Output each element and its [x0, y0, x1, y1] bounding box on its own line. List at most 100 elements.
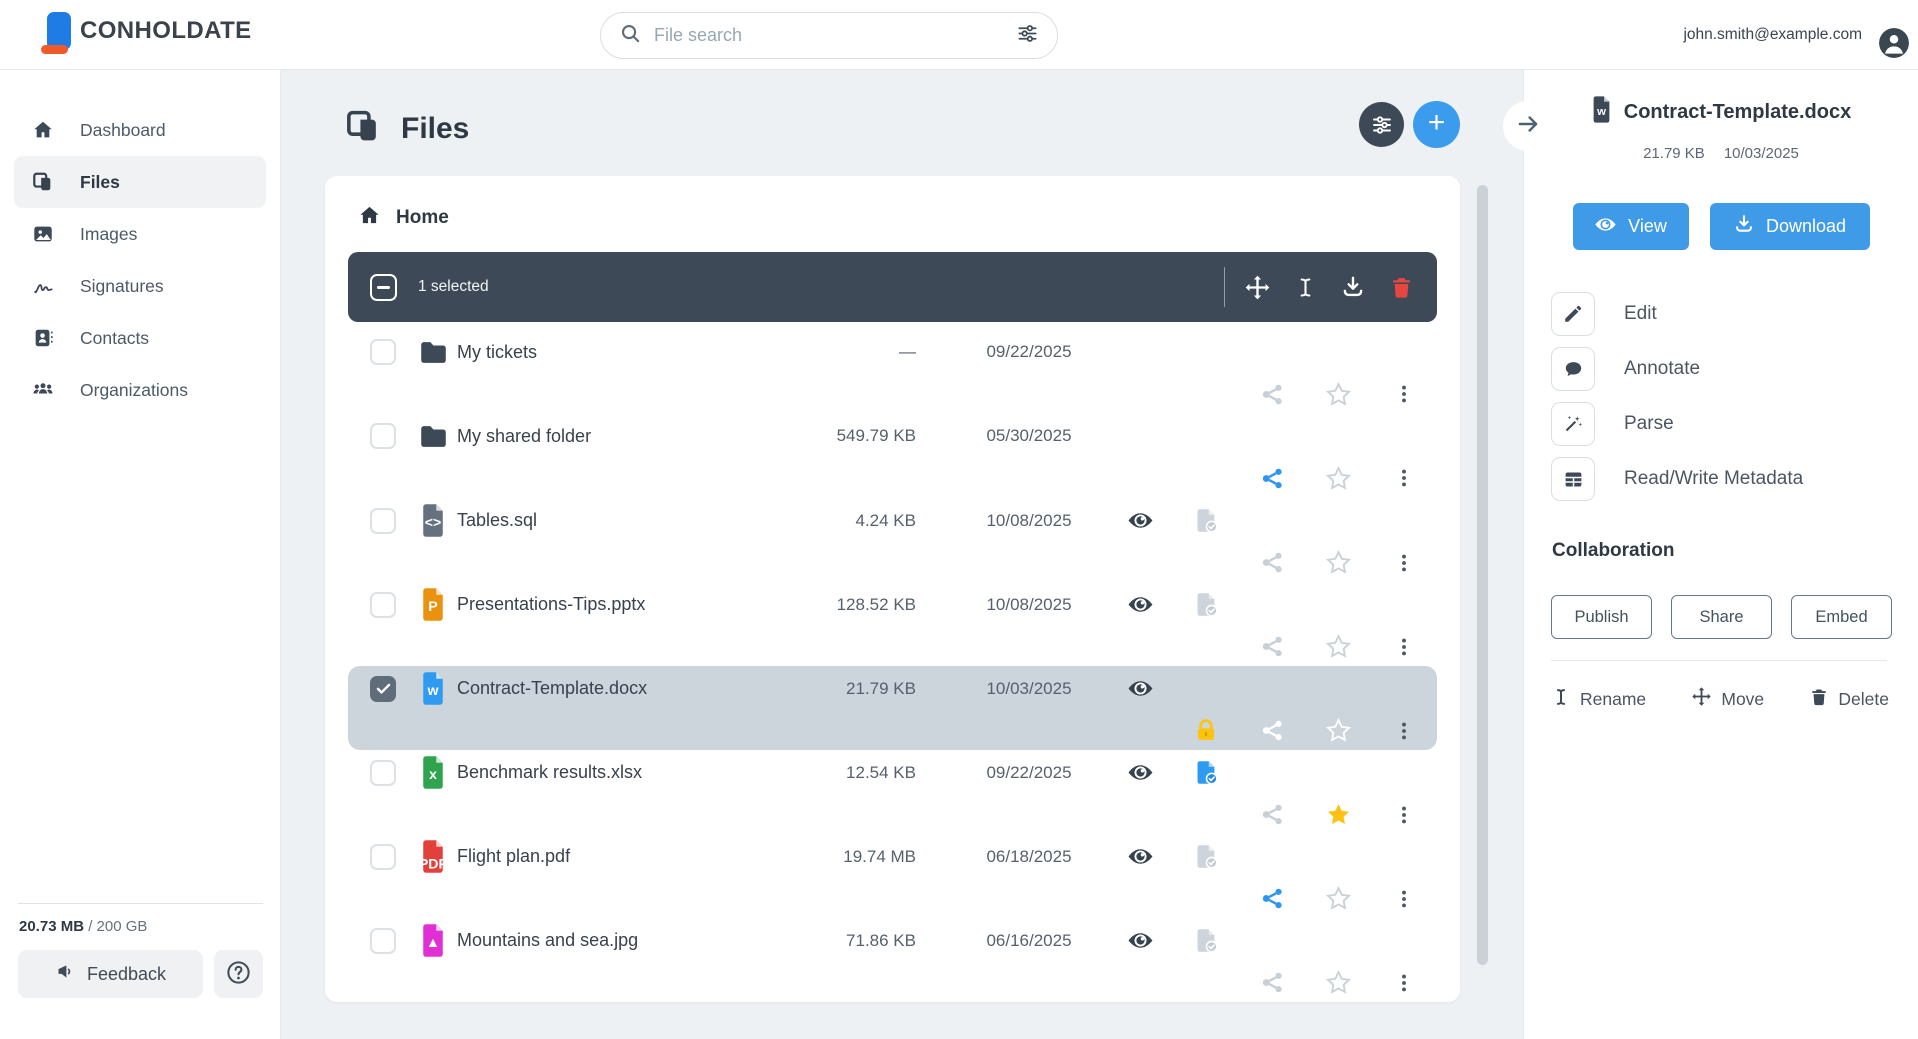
sidebar-item-images[interactable]: Images: [14, 208, 266, 260]
file-name[interactable]: Mountains and sea.jpg: [457, 930, 796, 951]
breadcrumb[interactable]: Home: [358, 204, 449, 232]
copy-status-icon[interactable]: [1173, 843, 1239, 870]
metadata-action[interactable]: Read/Write Metadata: [1551, 457, 1803, 501]
download-selected-button[interactable]: [1338, 272, 1368, 302]
star-icon[interactable]: [1305, 969, 1371, 996]
star-icon[interactable]: [1305, 465, 1371, 492]
lock-icon[interactable]: [1173, 718, 1239, 744]
file-row[interactable]: My shared folder 549.79 KB 05/30/2025: [348, 414, 1437, 498]
view-button[interactable]: View: [1573, 203, 1689, 250]
file-row[interactable]: P Presentations-Tips.pptx 128.52 KB 10/0…: [348, 582, 1437, 666]
row-menu-kebab[interactable]: [1371, 972, 1437, 994]
add-file-button[interactable]: +: [1413, 101, 1460, 148]
star-icon[interactable]: [1305, 801, 1371, 828]
row-checkbox[interactable]: [370, 676, 396, 702]
row-menu-kebab[interactable]: [1371, 720, 1437, 742]
share-icon[interactable]: [1239, 550, 1305, 575]
file-row[interactable]: w Contract-Template.docx 21.79 KB 10/03/…: [348, 666, 1437, 750]
share-icon[interactable]: [1239, 802, 1305, 827]
publish-button[interactable]: Publish: [1551, 595, 1652, 639]
share-button[interactable]: Share: [1671, 595, 1772, 639]
row-menu-kebab[interactable]: [1371, 636, 1437, 658]
selected-file-size: 21.79 KB: [1643, 145, 1705, 162]
file-name[interactable]: My shared folder: [457, 426, 796, 447]
copy-status-icon[interactable]: [1173, 927, 1239, 954]
share-icon[interactable]: [1239, 970, 1305, 995]
annotate-action[interactable]: Annotate: [1551, 347, 1803, 391]
copy-status-icon[interactable]: [1173, 507, 1239, 534]
star-icon[interactable]: [1305, 633, 1371, 660]
row-menu-kebab[interactable]: [1371, 552, 1437, 574]
sidebar-item-organizations[interactable]: Organizations: [14, 364, 266, 416]
share-icon[interactable]: [1239, 382, 1305, 407]
rename-selected-button[interactable]: [1290, 272, 1320, 302]
row-checkbox[interactable]: [370, 592, 396, 618]
file-search-input[interactable]: File search: [600, 12, 1058, 59]
star-icon[interactable]: [1305, 381, 1371, 408]
row-checkbox[interactable]: [370, 760, 396, 786]
share-icon[interactable]: [1239, 886, 1305, 911]
copy-status-icon[interactable]: [1173, 759, 1239, 786]
list-scrollbar[interactable]: [1477, 185, 1488, 965]
file-row[interactable]: x Benchmark results.xlsx 12.54 KB 09/22/…: [348, 750, 1437, 834]
file-row[interactable]: PDF Flight plan.pdf 19.74 MB 06/18/2025: [348, 834, 1437, 918]
move-selected-button[interactable]: [1242, 272, 1272, 302]
search-filter-icon[interactable]: [1016, 22, 1039, 50]
sidebar-item-dashboard[interactable]: Dashboard: [14, 104, 266, 156]
row-checkbox[interactable]: [370, 844, 396, 870]
file-name[interactable]: My tickets: [457, 342, 796, 363]
sidebar-item-contacts[interactable]: Contacts: [14, 312, 266, 364]
delete-selected-button[interactable]: [1386, 272, 1416, 302]
file-row[interactable]: My tickets — 09/22/2025: [348, 330, 1437, 414]
share-icon[interactable]: [1239, 466, 1305, 491]
file-name[interactable]: Presentations-Tips.pptx: [457, 594, 796, 615]
row-menu-kebab[interactable]: [1371, 804, 1437, 826]
sidebar-item-signatures[interactable]: Signatures: [14, 260, 266, 312]
parse-action[interactable]: Parse: [1551, 402, 1803, 446]
file-list: My tickets — 09/22/2025: [348, 330, 1437, 1002]
storage-used: 20.73 MB: [19, 918, 84, 935]
row-checkbox[interactable]: [370, 928, 396, 954]
star-icon[interactable]: [1305, 717, 1371, 744]
preview-eye-icon[interactable]: [1107, 507, 1173, 534]
file-name[interactable]: Benchmark results.xlsx: [457, 762, 796, 783]
row-menu-kebab[interactable]: [1371, 383, 1437, 405]
row-checkbox[interactable]: [370, 508, 396, 534]
share-icon[interactable]: [1239, 718, 1305, 743]
row-menu-kebab[interactable]: [1371, 888, 1437, 910]
embed-button[interactable]: Embed: [1791, 595, 1892, 639]
preview-eye-icon[interactable]: [1107, 675, 1173, 702]
home-icon: [32, 119, 54, 141]
copy-status-icon[interactable]: [1173, 591, 1239, 618]
sidebar-item-label: Organizations: [80, 380, 188, 401]
preview-eye-icon[interactable]: [1107, 843, 1173, 870]
move-action[interactable]: Move: [1691, 686, 1764, 712]
preview-eye-icon[interactable]: [1107, 591, 1173, 618]
file-row[interactable]: ▲ Mountains and sea.jpg 71.86 KB 06/16/2…: [348, 918, 1437, 1002]
sidebar-item-files[interactable]: Files: [14, 156, 266, 208]
eye-icon: [1594, 213, 1617, 241]
feedback-button[interactable]: Feedback: [18, 950, 203, 998]
select-all-checkbox[interactable]: [370, 274, 397, 301]
star-icon[interactable]: [1305, 885, 1371, 912]
user-avatar[interactable]: [1879, 28, 1909, 58]
star-icon[interactable]: [1305, 549, 1371, 576]
list-settings-button[interactable]: [1359, 102, 1404, 147]
delete-action[interactable]: Delete: [1809, 687, 1889, 712]
edit-action[interactable]: Edit: [1551, 292, 1803, 336]
preview-eye-icon[interactable]: [1107, 759, 1173, 786]
file-name[interactable]: Flight plan.pdf: [457, 846, 796, 867]
preview-eye-icon[interactable]: [1107, 927, 1173, 954]
file-name[interactable]: Tables.sql: [457, 510, 796, 531]
row-menu-kebab[interactable]: [1371, 467, 1437, 489]
share-icon[interactable]: [1239, 634, 1305, 659]
help-button[interactable]: [214, 950, 263, 998]
pencil-icon: [1551, 292, 1595, 336]
file-row[interactable]: <> Tables.sql 4.24 KB 10/08/2025: [348, 498, 1437, 582]
row-checkbox[interactable]: [370, 423, 396, 449]
file-name[interactable]: Contract-Template.docx: [457, 678, 796, 699]
download-button[interactable]: Download: [1710, 203, 1870, 250]
row-checkbox[interactable]: [370, 339, 396, 365]
brand-logo[interactable]: CONHOLDATE: [44, 12, 252, 50]
rename-action[interactable]: Rename: [1551, 687, 1646, 712]
